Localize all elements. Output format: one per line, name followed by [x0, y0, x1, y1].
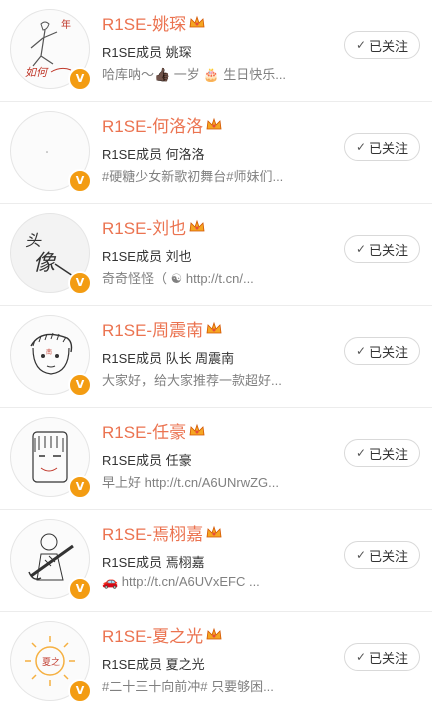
followed-label: 已关注 — [369, 650, 409, 666]
avatar[interactable]: V — [10, 519, 92, 601]
followed-label: 已关注 — [369, 242, 409, 258]
svg-text:像: 像 — [33, 250, 57, 275]
crown-icon — [189, 219, 205, 233]
list-item[interactable]: 年 如何 V R1SE-姚琛 R1SE成员 姚琛 哈库呐～👍🏿 一岁 🎂 生日快… — [0, 0, 432, 102]
list-item[interactable]: V R1SE-何洛洛 R1SE成员 何洛洛 #硬糖少女新歌初舞台#师妹们... … — [0, 102, 432, 204]
check-icon: ✓ — [355, 344, 367, 358]
list-item[interactable]: 南 V R1SE-周震南 R1SE成员 队长 周震南 大家好，给大家推荐一款超好… — [0, 306, 432, 408]
user-name[interactable]: R1SE-刘也 — [102, 214, 186, 239]
user-name[interactable]: R1SE-姚琛 — [102, 10, 186, 35]
crown-icon — [206, 525, 222, 539]
followed-button[interactable]: ✓ 已关注 — [344, 31, 420, 59]
avatar[interactable]: V — [10, 417, 92, 499]
followed-button[interactable]: ✓ 已关注 — [344, 133, 420, 161]
svg-text:头: 头 — [25, 232, 42, 250]
verified-badge-icon: V — [68, 373, 92, 397]
user-description: R1SE成员 夏之光 — [102, 657, 205, 672]
svg-text:夏之: 夏之 — [42, 656, 60, 667]
avatar[interactable]: 头 像 V — [10, 213, 92, 295]
check-icon: ✓ — [355, 446, 367, 460]
followed-label: 已关注 — [369, 140, 409, 156]
verified-badge-icon: V — [68, 67, 92, 91]
user-name[interactable]: R1SE-周震南 — [102, 316, 203, 341]
list-item[interactable]: V R1SE-焉栩嘉 R1SE成员 焉栩嘉 🚗 http://t.cn/A6UV… — [0, 510, 432, 612]
crown-icon — [189, 15, 205, 29]
user-intro: 奇奇怪怪（ ☯ http://t.cn/... — [102, 271, 254, 286]
avatar[interactable]: 夏之 V — [10, 621, 92, 703]
user-intro: 大家好，给大家推荐一款超好... — [102, 373, 282, 388]
user-intro: 早上好 http://t.cn/A6UNrwZG... — [102, 475, 279, 490]
check-icon: ✓ — [355, 140, 367, 154]
verified-badge-icon: V — [68, 169, 92, 193]
list-item[interactable]: V R1SE-任豪 R1SE成员 任豪 早上好 http://t.cn/A6UN… — [0, 408, 432, 510]
user-description: R1SE成员 焉栩嘉 — [102, 555, 205, 570]
user-name[interactable]: R1SE-焉栩嘉 — [102, 520, 203, 545]
crown-icon — [206, 117, 222, 131]
avatar[interactable]: V — [10, 111, 92, 193]
verified-badge-icon: V — [68, 679, 92, 703]
user-description: R1SE成员 队长 周震南 — [102, 351, 235, 366]
followed-button[interactable]: ✓ 已关注 — [344, 235, 420, 263]
followed-label: 已关注 — [369, 446, 409, 462]
user-intro: #二十三十向前冲# 只要够困... — [102, 679, 274, 694]
svg-text:南: 南 — [46, 348, 52, 356]
verified-badge-icon: V — [68, 475, 92, 499]
verified-badge-icon: V — [68, 577, 92, 601]
user-name[interactable]: R1SE-何洛洛 — [102, 112, 203, 137]
user-description: R1SE成员 姚琛 — [102, 45, 192, 60]
list-item[interactable]: 头 像 V R1SE-刘也 R1SE成员 刘也 奇奇怪怪（ ☯ http://t… — [0, 204, 432, 306]
followed-label: 已关注 — [369, 38, 409, 54]
crown-icon — [206, 627, 222, 641]
crown-icon — [189, 423, 205, 437]
verified-badge-icon: V — [68, 271, 92, 295]
check-icon: ✓ — [355, 548, 367, 562]
user-intro: #硬糖少女新歌初舞台#师妹们... — [102, 169, 284, 184]
followed-button[interactable]: ✓ 已关注 — [344, 541, 420, 569]
followed-button[interactable]: ✓ 已关注 — [344, 439, 420, 467]
user-description: R1SE成员 何洛洛 — [102, 147, 205, 162]
check-icon: ✓ — [355, 650, 367, 664]
check-icon: ✓ — [355, 242, 367, 256]
user-description: R1SE成员 任豪 — [102, 453, 192, 468]
svg-text:年: 年 — [61, 18, 71, 31]
check-icon: ✓ — [355, 38, 367, 52]
followed-button[interactable]: ✓ 已关注 — [344, 643, 420, 671]
followed-label: 已关注 — [369, 344, 409, 360]
following-list: 年 如何 V R1SE-姚琛 R1SE成员 姚琛 哈库呐～👍🏿 一岁 🎂 生日快… — [0, 0, 432, 714]
user-description: R1SE成员 刘也 — [102, 249, 192, 264]
user-intro: 🚗 http://t.cn/A6UVxEFC ... — [102, 574, 260, 589]
crown-icon — [206, 321, 222, 335]
user-name[interactable]: R1SE-夏之光 — [102, 622, 203, 647]
list-item[interactable]: 夏之 V R1SE-夏之光 R1SE成员 夏之光 #二十三十向前冲# 只要够困.… — [0, 612, 432, 714]
followed-label: 已关注 — [369, 548, 409, 564]
avatar[interactable]: 年 如何 V — [10, 9, 92, 91]
followed-button[interactable]: ✓ 已关注 — [344, 337, 420, 365]
user-name[interactable]: R1SE-任豪 — [102, 418, 186, 443]
svg-text:如何: 如何 — [25, 66, 49, 79]
user-intro: 哈库呐～👍🏿 一岁 🎂 生日快乐... — [102, 67, 287, 82]
avatar[interactable]: 南 V — [10, 315, 92, 397]
